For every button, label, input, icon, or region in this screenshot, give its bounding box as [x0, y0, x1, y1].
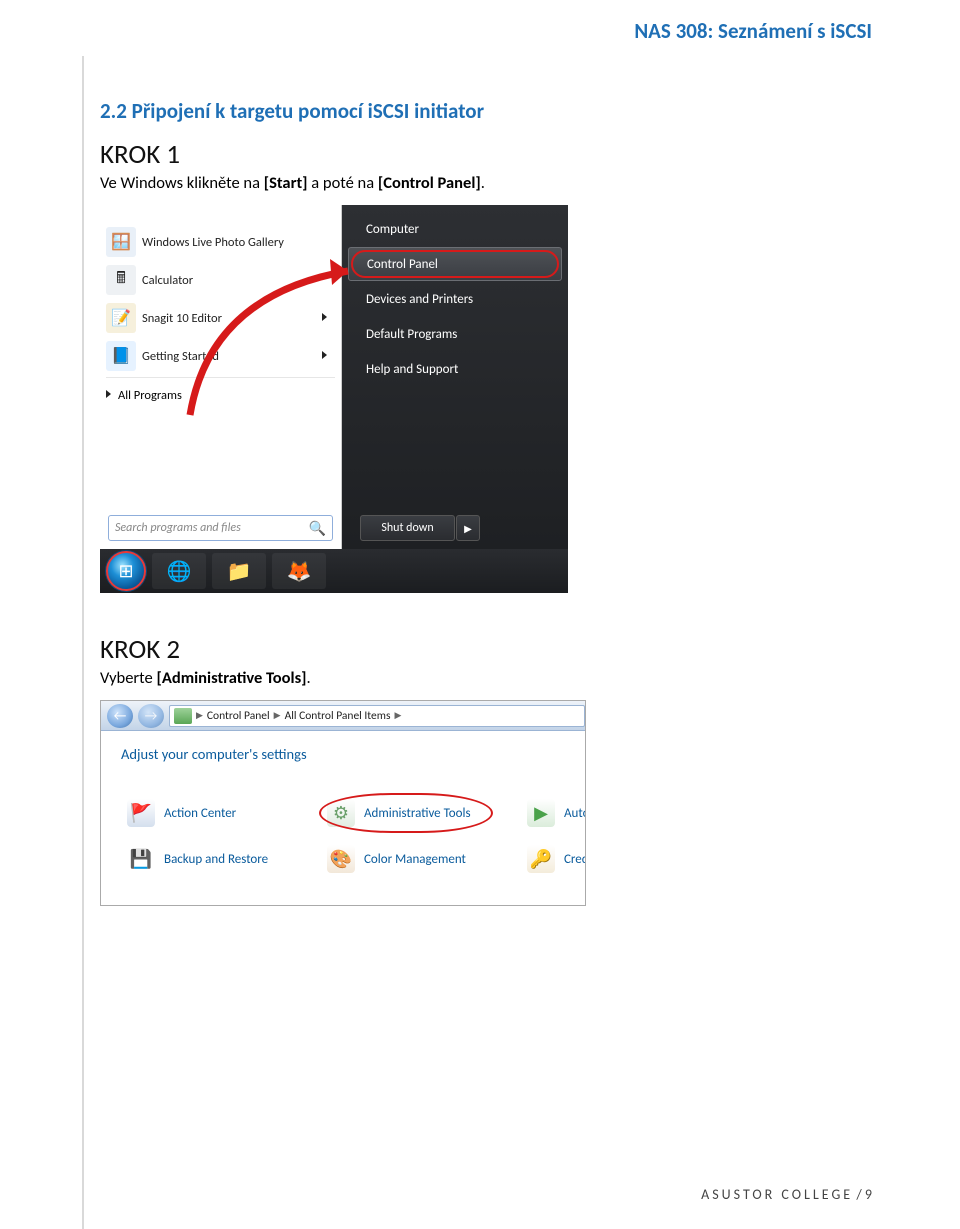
start-menu-item[interactable]: 📘 Getting Started [100, 337, 341, 375]
cp-item-label: AutoPl [564, 806, 586, 821]
krok2-text: Vyberte [Administrative Tools]. [100, 668, 872, 688]
section-title: 2.2 Připojení k targetu pomocí iSCSI ini… [100, 98, 872, 124]
control-panel-body: Adjust your computer's settings 🚩 Action … [101, 731, 585, 875]
control-panel-item[interactable]: ▶AutoPl [521, 797, 581, 829]
all-programs-label: All Programs [118, 388, 182, 403]
cp-item-icon: 💾 [127, 845, 155, 873]
cp-item-icon: 🚩 [127, 799, 155, 827]
right-item-label: Control Panel [367, 257, 438, 272]
header-title: NAS 308: Seznámení s iSCSI [634, 18, 872, 44]
app-icon: 🖩 [106, 265, 136, 295]
krok2-admin: [Administrative Tools] [156, 668, 306, 688]
triangle-icon [106, 390, 111, 398]
krok1-pre: Ve Windows klikněte na [100, 173, 264, 193]
krok1-cp: [Control Panel] [378, 173, 481, 193]
adjust-settings-label: Adjust your computer's settings [121, 745, 585, 763]
control-panel-icon [174, 708, 192, 724]
page-header: NAS 308: Seznámení s iSCSI [0, 0, 960, 78]
shutdown-label: Shut down [381, 521, 433, 535]
chevron-right-icon [322, 313, 327, 321]
chevron-right-icon: ▶ [196, 710, 203, 721]
cp-item-icon: 🔑 [527, 845, 555, 873]
shutdown-button[interactable]: Shut down [360, 515, 455, 541]
chevron-right-icon: ▶ [274, 710, 281, 721]
start-menu-right-item[interactable]: Devices and Printers [348, 282, 562, 316]
control-panel-item[interactable]: 🚩 Action Center [121, 797, 291, 829]
crumb-0: Control Panel [207, 709, 270, 723]
cp-item-label: Action Center [164, 806, 236, 821]
right-item-label: Devices and Printers [366, 292, 473, 307]
app-icon: 🪟 [106, 227, 136, 257]
administrative-tools-link[interactable]: ⚙ Administrative Tools [321, 797, 491, 829]
right-item-label: Default Programs [366, 327, 457, 342]
cp-item-icon: ⚙ [327, 799, 355, 827]
control-panel-link[interactable]: Control Panel [348, 247, 562, 281]
start-menu-right-item[interactable]: Help and Support [348, 352, 562, 386]
all-programs-item[interactable]: All Programs [100, 380, 341, 410]
krok2-post: . [307, 668, 311, 688]
krok1-mid: a poté na [308, 173, 378, 193]
search-input[interactable]: Search programs and files 🔍 [108, 515, 333, 541]
start-menu-right-pane: Computer Control Panel Devices and Printer… [342, 205, 568, 549]
start-menu-screenshot: 🪟 Windows Live Photo Gallery 🖩 Calculator 📝 S… [100, 205, 568, 593]
start-menu-item[interactable]: 🪟 Windows Live Photo Gallery [100, 223, 341, 261]
start-menu-item[interactable]: 📝 Snagit 10 Editor [100, 299, 341, 337]
right-item-label: Computer [366, 222, 419, 237]
chevron-right-icon: ▶ [394, 710, 401, 721]
search-icon: 🔍 [309, 520, 326, 537]
cp-item-label: Crede [564, 852, 586, 867]
krok2-pre: Vyberte [100, 668, 156, 688]
app-icon: 📝 [106, 303, 136, 333]
control-panel-item[interactable]: 🎨 Color Management [321, 843, 491, 875]
cp-item-label: Administrative Tools [364, 806, 471, 821]
cp-item-label: Backup and Restore [164, 852, 268, 867]
start-menu-item-label: Snagit 10 Editor [142, 311, 222, 326]
krok1-title: KROK 1 [100, 138, 872, 171]
krok2-title: KROK 2 [100, 633, 872, 666]
start-menu-item-label: Getting Started [142, 349, 219, 364]
nav-forward-button[interactable]: → [138, 704, 164, 728]
left-rule [82, 56, 84, 1229]
taskbar-explorer[interactable]: 📁 [212, 553, 266, 589]
start-menu-left-pane: 🪟 Windows Live Photo Gallery 🖩 Calculator 📝 S… [100, 205, 342, 549]
start-menu-item [100, 205, 341, 223]
krok1-text: Ve Windows klikněte na [Start] a poté na… [100, 173, 872, 193]
nav-back-button[interactable]: ← [107, 704, 133, 728]
app-icon: 📘 [106, 341, 136, 371]
start-menu-right-item[interactable]: Computer [348, 212, 562, 246]
search-placeholder: Search programs and files [115, 521, 241, 535]
krok1-start: [Start] [264, 173, 308, 193]
taskbar-ie[interactable]: 🌐 [152, 553, 206, 589]
start-menu-item-label: Calculator [142, 273, 193, 288]
page-footer: ASUSTOR COLLEGE / 9 [701, 1186, 872, 1203]
control-panel-item[interactable]: 💾 Backup and Restore [121, 843, 291, 875]
crumb-1: All Control Panel Items [285, 709, 391, 723]
krok1-post: . [481, 173, 485, 193]
explorer-titlebar: ← → ▶ Control Panel ▶ All Control Panel … [101, 701, 585, 731]
cp-item-icon: 🎨 [327, 845, 355, 873]
footer-college: ASUSTOR COLLEGE [701, 1186, 853, 1203]
chevron-right-icon [322, 351, 327, 359]
taskbar-firefox[interactable]: 🦊 [272, 553, 326, 589]
right-item-label: Help and Support [366, 362, 458, 377]
shutdown-menu-button[interactable]: ▶ [456, 515, 480, 541]
start-menu-item[interactable]: 🖩 Calculator [100, 261, 341, 299]
start-menu-item-label: Windows Live Photo Gallery [142, 235, 284, 250]
control-panel-item[interactable]: 🔑Crede [521, 843, 581, 875]
cp-item-icon: ▶ [527, 799, 555, 827]
start-orb[interactable]: ⊞ [106, 551, 146, 591]
cp-item-label: Color Management [364, 852, 466, 867]
breadcrumb[interactable]: ▶ Control Panel ▶ All Control Panel Item… [169, 705, 585, 727]
control-panel-screenshot: ← → ▶ Control Panel ▶ All Control Panel … [100, 700, 586, 906]
separator [106, 377, 335, 378]
footer-page: / 9 [853, 1186, 872, 1203]
start-menu-right-item[interactable]: Default Programs [348, 317, 562, 351]
taskbar: ⊞ 🌐 📁 🦊 [100, 549, 568, 593]
